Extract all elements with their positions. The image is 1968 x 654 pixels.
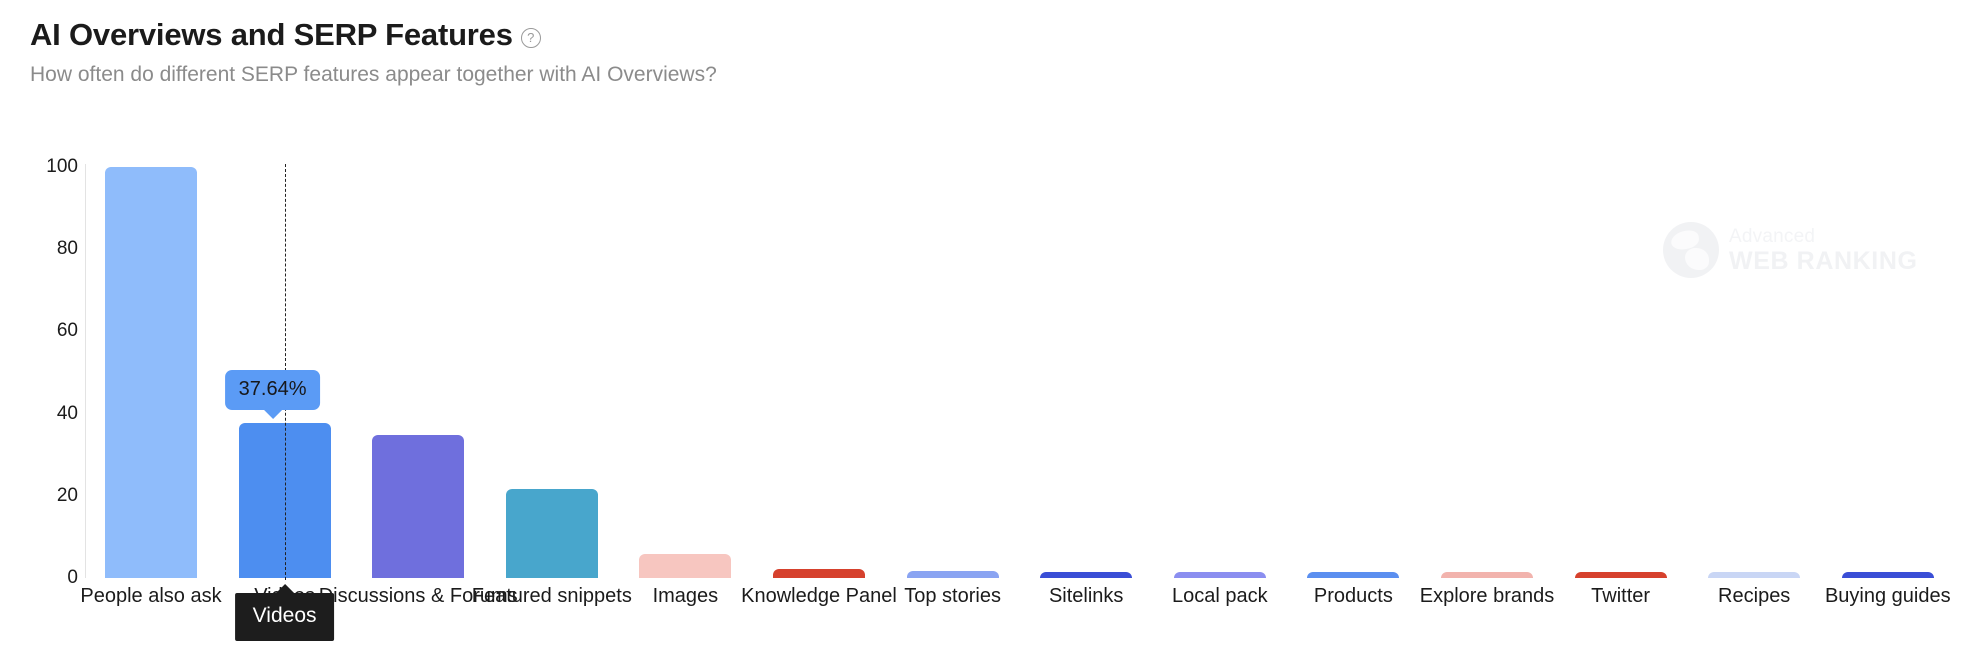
x-axis-tick-label: Knowledge Panel — [741, 585, 897, 607]
x-axis-tick-label: Local pack — [1171, 585, 1268, 607]
category-tooltip: Videos — [234, 584, 335, 641]
x-axis-tick-label: People also ask — [80, 585, 222, 607]
bar[interactable] — [505, 489, 598, 578]
bar[interactable] — [1173, 572, 1266, 578]
x-axis-tick-label: Buying guides — [1824, 585, 1951, 607]
bar[interactable] — [1040, 572, 1133, 578]
x-axis-tick-label: Sitelinks — [1048, 585, 1124, 607]
x-axis-tick-label: Images — [652, 585, 719, 607]
plot-area: 020406080100 People also askVideosDiscus… — [0, 0, 1968, 654]
chart-page: AI Overviews and SERP Features ? How oft… — [0, 0, 1968, 654]
value-callout: 37.64% — [224, 370, 321, 420]
x-axis-tick-label: Recipes — [1718, 585, 1791, 607]
x-axis-tick-label: Twitter — [1591, 585, 1651, 607]
x-axis-tick-label: Explore brands — [1419, 585, 1555, 607]
bars-layer: People also askVideosDiscussions & Forum… — [0, 0, 1968, 654]
bar[interactable] — [1574, 572, 1667, 578]
bar[interactable] — [1307, 572, 1400, 578]
x-axis-tick-label: Top stories — [904, 585, 1001, 607]
bar[interactable] — [1708, 572, 1801, 578]
bar[interactable] — [639, 554, 732, 578]
x-axis-tick-label: Products — [1313, 585, 1393, 607]
bar[interactable] — [372, 434, 465, 578]
bar[interactable] — [773, 568, 865, 578]
bar[interactable] — [906, 571, 999, 578]
bar[interactable] — [1841, 572, 1934, 578]
bar[interactable] — [1441, 572, 1533, 578]
x-axis-tick-label: Featured snippets — [471, 585, 632, 607]
bar[interactable] — [105, 167, 197, 578]
